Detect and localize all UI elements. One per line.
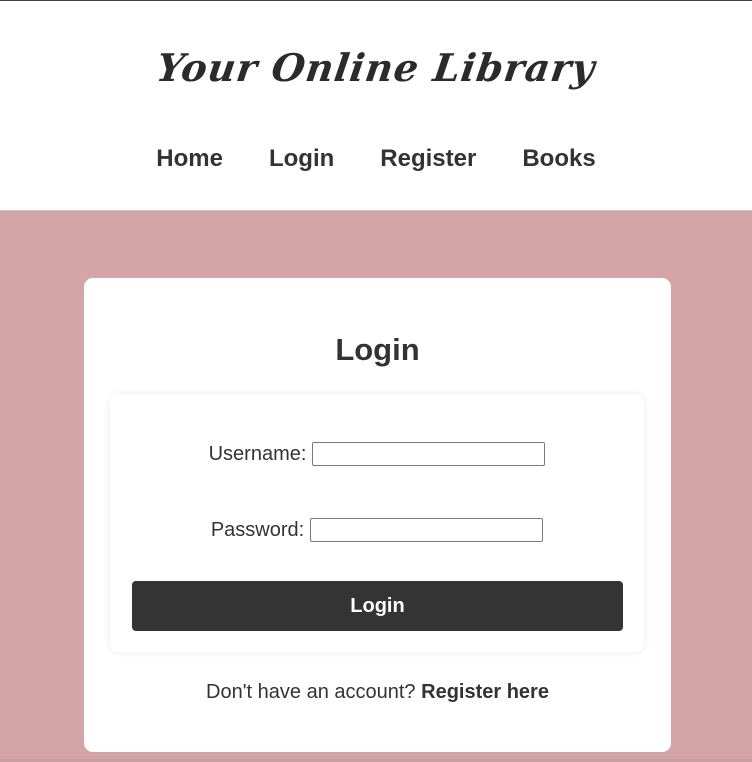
nav-books-link[interactable]: Books xyxy=(522,145,595,173)
password-input[interactable] xyxy=(310,518,544,542)
username-label: Username: xyxy=(208,442,307,465)
username-input[interactable] xyxy=(312,442,546,466)
login-form: Username: Password: Login xyxy=(110,394,644,652)
login-submit-button[interactable]: Login xyxy=(132,581,623,631)
register-here-link[interactable]: Register here xyxy=(421,681,549,703)
nav-login-link[interactable]: Login xyxy=(269,145,334,173)
register-prompt: Don't have an account? Register here xyxy=(84,681,671,704)
password-row: Password: xyxy=(110,518,644,542)
password-label: Password: xyxy=(210,518,305,541)
site-header: Your Online Library Home Login Register … xyxy=(0,1,752,211)
register-prompt-text: Don't have an account? xyxy=(206,681,416,703)
username-row: Username: xyxy=(110,442,644,466)
login-title: Login xyxy=(335,332,420,367)
site-title: Your Online Library xyxy=(153,45,599,90)
login-card: Login Username: Password: Login Don't ha… xyxy=(84,278,671,752)
main-nav: Home Login Register Books xyxy=(0,145,752,173)
nav-register-link[interactable]: Register xyxy=(380,145,476,173)
nav-home-link[interactable]: Home xyxy=(156,145,223,173)
